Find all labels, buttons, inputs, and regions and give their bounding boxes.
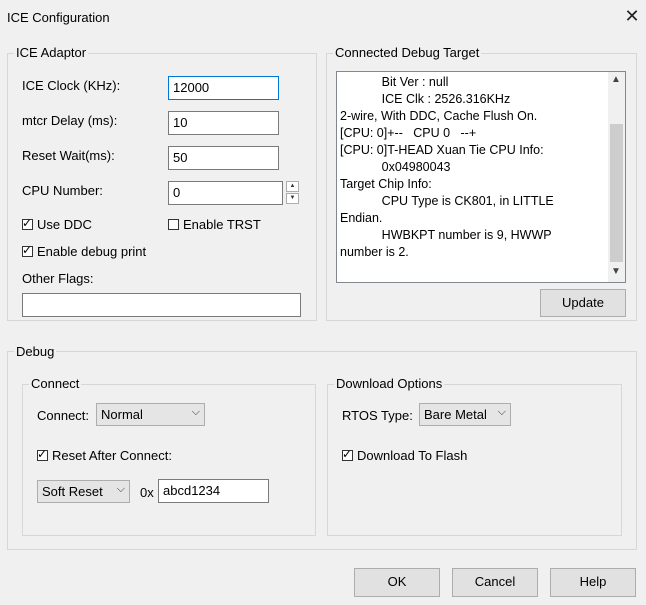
ice-adaptor-label: ICE Adaptor — [14, 45, 89, 60]
mtcr-delay-label: mtcr Delay (ms): — [22, 113, 118, 128]
connect-select-value: Normal — [101, 407, 143, 422]
target-group-label: Connected Debug Target — [333, 45, 482, 60]
hex-prefix-label: 0x — [140, 485, 154, 500]
scroll-down-icon[interactable]: ▼ — [611, 266, 621, 277]
rtos-type-label: RTOS Type: — [342, 408, 413, 423]
target-line: HWBKPT number is 9, HWWP — [340, 228, 552, 242]
close-icon[interactable]: ✕ — [623, 7, 641, 25]
download-options-label: Download Options — [334, 376, 445, 391]
check-icon: ✓ — [22, 243, 33, 257]
rtos-type-value: Bare Metal — [424, 407, 487, 422]
target-line: CPU Type is CK801, in LITTLE — [340, 194, 554, 208]
target-line: [CPU: 0]+-- CPU 0 --+ — [340, 126, 477, 140]
window-title: ICE Configuration — [7, 10, 110, 25]
use-ddc-label: Use DDC — [37, 217, 92, 232]
checkbox-box: ✓ — [342, 447, 353, 461]
ok-button[interactable]: OK — [354, 568, 440, 597]
target-line: 2-wire, With DDC, Cache Flush On. — [340, 109, 538, 123]
connect-group-label: Connect — [29, 376, 82, 391]
enable-debug-print-checkbox[interactable]: ✓ Enable debug print — [22, 243, 147, 259]
scroll-up-icon[interactable]: ▲ — [611, 74, 621, 85]
ice-clock-input[interactable]: 12000 — [168, 76, 279, 100]
enable-trst-checkbox[interactable]: Enable TRST — [168, 217, 261, 232]
vertical-scrollbar[interactable]: ▲ ▼ — [608, 72, 625, 282]
help-button[interactable]: Help — [550, 568, 636, 597]
spin-down-icon[interactable]: ▼ — [286, 193, 299, 204]
target-line: [CPU: 0]T-HEAD Xuan Tie CPU Info: — [340, 143, 544, 157]
update-button[interactable]: Update — [540, 289, 626, 317]
cpu-number-input[interactable]: 0 — [168, 181, 283, 205]
reset-type-select[interactable]: Soft Reset ⌵ — [37, 480, 130, 503]
check-icon: ✓ — [37, 447, 48, 461]
connect-select[interactable]: Normal ⌵ — [96, 403, 205, 426]
reset-after-connect-label: Reset After Connect: — [52, 448, 172, 463]
reset-wait-label: Reset Wait(ms): — [22, 148, 115, 163]
cpu-number-label: CPU Number: — [22, 183, 103, 198]
other-flags-label: Other Flags: — [22, 271, 94, 286]
reset-after-connect-checkbox[interactable]: ✓ Reset After Connect: — [37, 447, 172, 463]
check-icon: ✓ — [22, 216, 33, 230]
connect-label: Connect: — [37, 408, 90, 423]
target-line: Endian. — [340, 211, 383, 225]
target-line: Bit Ver : null — [340, 75, 449, 89]
use-ddc-checkbox[interactable]: ✓ Use DDC — [22, 216, 92, 232]
chevron-down-icon: ⌵ — [497, 406, 506, 418]
checkbox-box — [168, 219, 179, 230]
download-to-flash-checkbox[interactable]: ✓ Download To Flash — [342, 447, 468, 463]
checkbox-box: ✓ — [22, 216, 33, 230]
reset-wait-input[interactable]: 50 — [168, 146, 279, 170]
enable-trst-label: Enable TRST — [183, 217, 261, 232]
check-icon: ✓ — [342, 447, 353, 461]
download-to-flash-label: Download To Flash — [357, 448, 468, 463]
target-line: 0x04980043 — [340, 160, 451, 174]
target-output-box[interactable]: Bit Ver : null ICE Clk : 2526.316KHz 2-w… — [336, 71, 626, 283]
target-line: number is 2. — [340, 245, 409, 259]
debug-group-label: Debug — [14, 344, 57, 359]
reset-address-input[interactable]: abcd1234 — [158, 479, 269, 503]
target-line: Target Chip Info: — [340, 177, 432, 191]
mtcr-delay-input[interactable]: 10 — [168, 111, 279, 135]
checkbox-box: ✓ — [22, 243, 33, 257]
checkbox-box: ✓ — [37, 447, 48, 461]
cancel-button[interactable]: Cancel — [452, 568, 538, 597]
rtos-type-select[interactable]: Bare Metal ⌵ — [419, 403, 511, 426]
ice-clock-label: ICE Clock (KHz): — [22, 78, 121, 93]
spin-up-icon[interactable]: ▲ — [286, 181, 299, 192]
other-flags-input[interactable] — [22, 293, 301, 317]
chevron-down-icon: ⌵ — [191, 406, 200, 418]
enable-debug-print-label: Enable debug print — [37, 244, 147, 259]
reset-type-value: Soft Reset — [42, 484, 103, 499]
scroll-thumb[interactable] — [610, 124, 623, 262]
chevron-down-icon: ⌵ — [116, 483, 125, 495]
target-line: ICE Clk : 2526.316KHz — [340, 92, 511, 106]
